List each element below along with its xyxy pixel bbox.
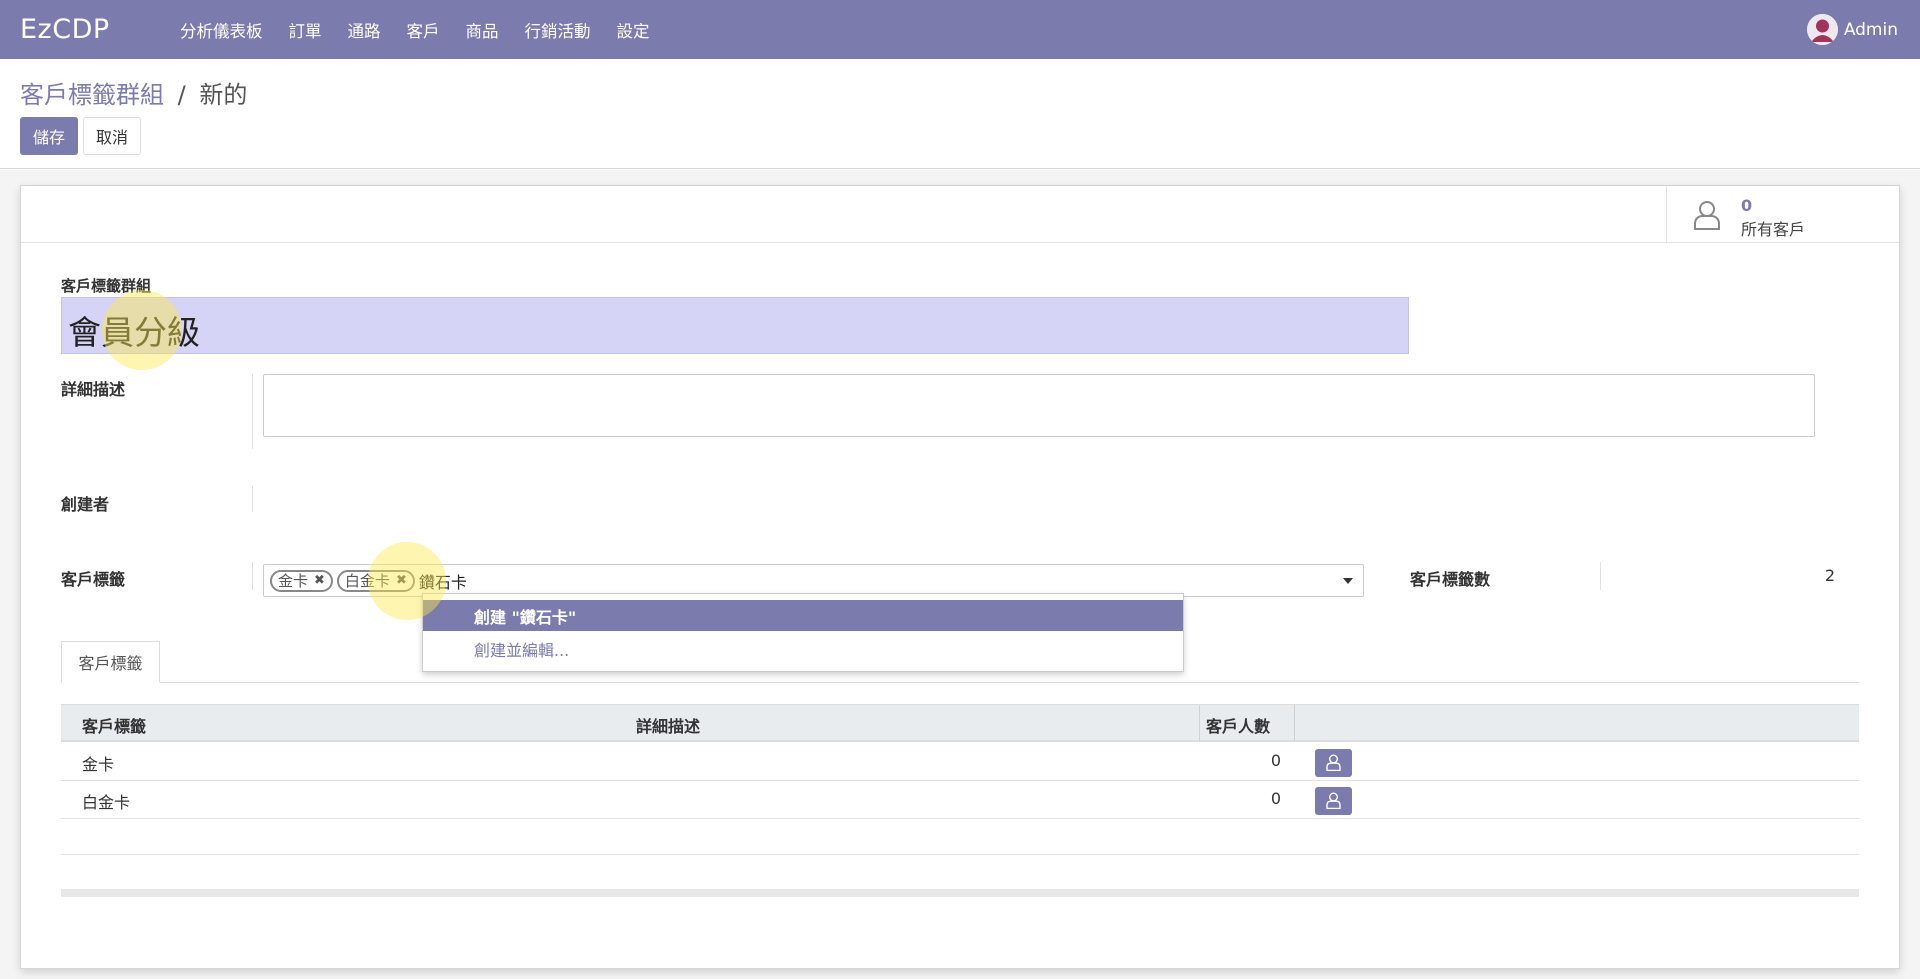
menu-item-dashboard[interactable]: 分析儀表板 (180, 18, 263, 42)
user-outline-icon (1326, 754, 1341, 771)
field-divider (252, 374, 253, 449)
avatar (1806, 14, 1838, 45)
field-divider (252, 486, 253, 512)
save-button[interactable]: 儲存 (20, 117, 78, 155)
menu-item-settings[interactable]: 設定 (617, 18, 650, 42)
column-divider (1199, 705, 1200, 741)
tag-chip: 金卡 ✖ (270, 569, 333, 592)
column-header-description[interactable]: 詳細描述 (636, 713, 700, 737)
all-customers-count: 0 (1741, 196, 1753, 215)
all-customers-button[interactable]: 0 所有客戶 (1666, 186, 1899, 242)
column-divider (1294, 705, 1295, 741)
column-header-customer-count[interactable]: 客戶人數 (1206, 713, 1270, 737)
table-row[interactable]: 金卡 0 (61, 743, 1859, 781)
menu-item-customers[interactable]: 客戶 (407, 18, 440, 42)
main-menu: 分析儀表板 訂單 通路 客戶 商品 行銷活動 設定 (180, 18, 676, 42)
row-tag-name: 白金卡 (82, 793, 131, 812)
tag-count-label: 客戶標籤數 (1410, 570, 1491, 589)
user-outline-icon (1694, 201, 1720, 230)
tab-customer-tags[interactable]: 客戶標籤 (61, 641, 160, 683)
breadcrumb: 客戶標籤群組 / 新的 (20, 75, 247, 110)
menu-item-orders[interactable]: 訂單 (289, 18, 322, 42)
table-header: 客戶標籤 詳細描述 客戶人數 (61, 704, 1859, 742)
row-customer-count: 0 (1270, 751, 1281, 770)
user-name: Admin (1843, 19, 1898, 40)
control-panel: 客戶標籤群組 / 新的 儲存 取消 (0, 59, 1920, 169)
menu-item-campaigns[interactable]: 行銷活動 (525, 18, 591, 42)
form-sheet: 0 所有客戶 客戶標籤群組 會員分級 詳細描述 創建者 客戶標籤 金卡 ✖ 白金… (20, 185, 1900, 969)
remove-tag-icon[interactable]: ✖ (314, 573, 325, 588)
description-label: 詳細描述 (61, 380, 126, 399)
user-menu[interactable]: Admin (1806, 14, 1898, 45)
breadcrumb-current: 新的 (199, 81, 248, 109)
field-divider (1600, 562, 1601, 590)
column-header-tag[interactable]: 客戶標籤 (82, 713, 146, 737)
table-row[interactable]: 白金卡 0 (61, 781, 1859, 819)
view-customers-button[interactable] (1315, 787, 1352, 815)
row-customer-count: 0 (1270, 789, 1281, 808)
tag-chip-label: 白金卡 (344, 572, 390, 590)
cancel-button[interactable]: 取消 (83, 117, 141, 155)
dropdown-create-edit-option[interactable]: 創建並編輯... (423, 633, 1183, 664)
button-box: 0 所有客戶 (21, 186, 1899, 243)
remove-tag-icon[interactable]: ✖ (396, 573, 407, 588)
dropdown-create-option[interactable]: 創建 "鑽石卡" (423, 600, 1183, 631)
tag-chip: 白金卡 ✖ (336, 569, 415, 592)
tag-chip-label: 金卡 (278, 572, 309, 590)
menu-item-channels[interactable]: 通路 (348, 18, 381, 42)
app-brand[interactable]: EzCDP (20, 14, 170, 45)
breadcrumb-parent-link[interactable]: 客戶標籤群組 (20, 81, 164, 109)
user-outline-icon (1326, 792, 1341, 809)
group-name-input[interactable]: 會員分級 (61, 297, 1409, 354)
breadcrumb-separator: / (177, 81, 186, 109)
view-customers-button[interactable] (1315, 749, 1352, 777)
table-footer (61, 889, 1859, 897)
tags-label: 客戶標籤 (61, 570, 126, 589)
user-avatar-icon (1806, 14, 1838, 45)
menu-item-products[interactable]: 商品 (466, 18, 499, 42)
table-empty-row (61, 819, 1859, 855)
chevron-down-icon[interactable] (1343, 578, 1353, 584)
group-name-label: 客戶標籤群組 (61, 277, 152, 295)
description-input[interactable] (263, 374, 1815, 437)
autocomplete-dropdown: 創建 "鑽石卡" 創建並編輯... (422, 593, 1184, 672)
row-tag-name: 金卡 (82, 755, 115, 774)
tags-search-text[interactable]: 鑽石卡 (419, 569, 467, 593)
field-divider (252, 562, 253, 590)
top-navbar: EzCDP 分析儀表板 訂單 通路 客戶 商品 行銷活動 設定 Admin (0, 0, 1920, 59)
creator-label: 創建者 (61, 495, 110, 514)
tabs-border (61, 682, 1859, 683)
tag-count-value: 2 (1824, 566, 1835, 585)
all-customers-label: 所有客戶 (1741, 220, 1806, 239)
